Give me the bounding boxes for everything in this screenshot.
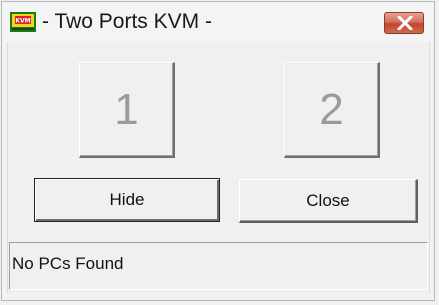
window-close-button[interactable] [384, 12, 424, 34]
title-bar[interactable]: KVM - Two Ports KVM - [2, 2, 434, 42]
port-1-button[interactable]: 1 [79, 62, 175, 158]
hide-button[interactable]: Hide [34, 178, 220, 222]
window-title: - Two Ports KVM - [42, 10, 212, 33]
svg-text:KVM: KVM [15, 18, 30, 25]
status-bar: No PCs Found [9, 242, 428, 290]
client-area: 1 2 Hide Close No PCs Found [7, 42, 430, 294]
status-text: No PCs Found [12, 254, 124, 273]
close-button[interactable]: Close [239, 179, 418, 223]
kvm-window: KVM - Two Ports KVM - 1 2 Hide Close No … [0, 0, 439, 305]
port-2-button[interactable]: 2 [284, 62, 380, 158]
kvm-app-icon: KVM [10, 12, 36, 32]
